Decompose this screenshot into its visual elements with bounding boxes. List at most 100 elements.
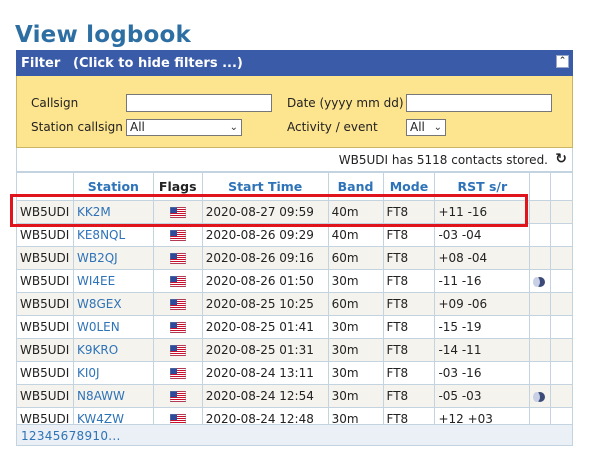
table-row: WB5UDI W0LEN 2020-08-25 01:41 30m FT8 -15 -19 <box>16 315 573 339</box>
own-callsign-cell: WB5UDI <box>16 292 74 316</box>
mode-cell: FT8 <box>382 384 436 408</box>
extra2-cell <box>550 384 573 408</box>
band-cell: 60m <box>327 292 384 316</box>
table-row: WB5UDI WI4EE 2020-08-26 01:50 30m FT8 -11 -16 <box>16 269 573 293</box>
own-callsign-cell: WB5UDI <box>16 384 74 408</box>
activity-select[interactable]: All ⌄ <box>406 119 446 136</box>
rst-cell: -11 -16 <box>434 269 531 293</box>
rst-cell: -05 -03 <box>434 384 531 408</box>
extra-cell <box>529 338 552 362</box>
table-row: WB5UDI W8GEX 2020-08-25 10:25 60m FT8 +09 -06 <box>16 292 573 316</box>
us-flag-icon <box>169 366 186 380</box>
start-time-cell: 2020-08-26 01:50 <box>201 269 329 293</box>
flag-cell <box>152 292 203 316</box>
start-time-cell: 2020-08-25 01:31 <box>201 338 329 362</box>
extra-cell <box>529 200 552 224</box>
rst-cell: -03 -16 <box>434 361 531 385</box>
chevron-down-icon: ⌄ <box>229 122 238 133</box>
extra-cell <box>529 315 552 339</box>
callsign-input[interactable] <box>126 94 272 112</box>
filter-label: Filter <box>21 56 61 71</box>
mode-cell: FT8 <box>382 269 436 293</box>
station-link[interactable]: W0LEN <box>72 315 154 339</box>
table-row: WB5UDI KI0J 2020-08-24 13:11 30m FT8 -03 -16 <box>16 361 573 385</box>
highlight-box <box>10 194 528 227</box>
callsign-label: Callsign <box>31 96 79 110</box>
start-time-cell: 2020-08-24 12:54 <box>201 384 329 408</box>
extra2-cell <box>550 315 573 339</box>
moon-icon[interactable] <box>533 391 546 402</box>
mode-cell: FT8 <box>382 292 436 316</box>
chevron-down-icon: ⌄ <box>433 122 442 133</box>
moon-icon[interactable] <box>533 276 546 287</box>
page-title: View logbook <box>15 22 192 48</box>
band-cell: 30m <box>327 315 384 339</box>
flag-cell <box>152 315 203 339</box>
flag-cell <box>152 246 203 270</box>
station-link[interactable]: N8AWW <box>72 384 154 408</box>
extra2-cell <box>550 223 573 247</box>
extra2-cell <box>550 246 573 270</box>
us-flag-icon <box>169 389 186 403</box>
activity-label: Activity / event <box>287 120 378 134</box>
station-callsign-select[interactable]: All ⌄ <box>126 119 242 136</box>
extra2-cell <box>550 292 573 316</box>
station-link[interactable]: KI0J <box>72 361 154 385</box>
us-flag-icon <box>169 274 186 288</box>
page-links[interactable]: 12345678910... <box>21 429 121 443</box>
us-flag-icon <box>169 297 186 311</box>
flag-cell <box>152 361 203 385</box>
mode-cell: FT8 <box>382 315 436 339</box>
us-flag-icon <box>169 251 186 265</box>
extra-cell <box>529 246 552 270</box>
filter-toggle-bar[interactable]: Filter (Click to hide filters ...) ⌃ <box>16 50 573 76</box>
start-time-cell: 2020-08-26 09:16 <box>201 246 329 270</box>
col-extra2-header <box>550 172 573 201</box>
band-cell: 60m <box>327 246 384 270</box>
activity-value: All <box>410 120 425 134</box>
extra2-cell <box>550 361 573 385</box>
rst-cell: +09 -06 <box>434 292 531 316</box>
station-callsign-label: Station callsign <box>31 120 123 134</box>
us-flag-icon <box>169 320 186 334</box>
date-input[interactable] <box>406 94 552 112</box>
table-row: WB5UDI WB2QJ 2020-08-26 09:16 60m FT8 +08 -04 <box>16 246 573 270</box>
us-flag-icon <box>169 343 186 357</box>
extra2-cell <box>550 269 573 293</box>
filter-hint[interactable]: (Click to hide filters ...) <box>73 56 243 71</box>
station-link[interactable]: W8GEX <box>72 292 154 316</box>
station-callsign-value: All <box>130 120 145 134</box>
rst-cell: -15 -19 <box>434 315 531 339</box>
contacts-summary: WB5UDI has 5118 contacts stored. <box>338 153 548 167</box>
filter-panel: Callsign Date (yyyy mm dd) Station calls… <box>16 76 573 148</box>
us-flag-icon <box>169 228 186 242</box>
own-callsign-cell: WB5UDI <box>16 269 74 293</box>
flag-cell <box>152 269 203 293</box>
own-callsign-cell: WB5UDI <box>16 315 74 339</box>
table-row: WB5UDI N8AWW 2020-08-24 12:54 30m FT8 -05 -03 <box>16 384 573 408</box>
col-extra-header <box>529 172 552 201</box>
station-link[interactable]: WB2QJ <box>72 246 154 270</box>
own-callsign-cell: WB5UDI <box>16 361 74 385</box>
extra-cell <box>529 269 552 293</box>
pagination[interactable]: 12345678910... <box>16 424 573 446</box>
station-link[interactable]: K9KRO <box>72 338 154 362</box>
extra-cell <box>529 384 552 408</box>
flag-cell <box>152 384 203 408</box>
band-cell: 30m <box>327 338 384 362</box>
mode-cell: FT8 <box>382 361 436 385</box>
table-row: WB5UDI K9KRO 2020-08-25 01:31 30m FT8 -14 -11 <box>16 338 573 362</box>
rst-cell: -14 -11 <box>434 338 531 362</box>
extra-cell <box>529 292 552 316</box>
collapse-icon[interactable]: ⌃ <box>556 55 569 68</box>
own-callsign-cell: WB5UDI <box>16 246 74 270</box>
extra-cell <box>529 223 552 247</box>
start-time-cell: 2020-08-25 10:25 <box>201 292 329 316</box>
refresh-icon[interactable]: ↻ <box>555 151 567 167</box>
own-callsign-cell: WB5UDI <box>16 338 74 362</box>
station-link[interactable]: WI4EE <box>72 269 154 293</box>
start-time-cell: 2020-08-24 13:11 <box>201 361 329 385</box>
extra-cell <box>529 361 552 385</box>
date-label: Date (yyyy mm dd) <box>287 96 404 110</box>
extra2-cell <box>550 338 573 362</box>
